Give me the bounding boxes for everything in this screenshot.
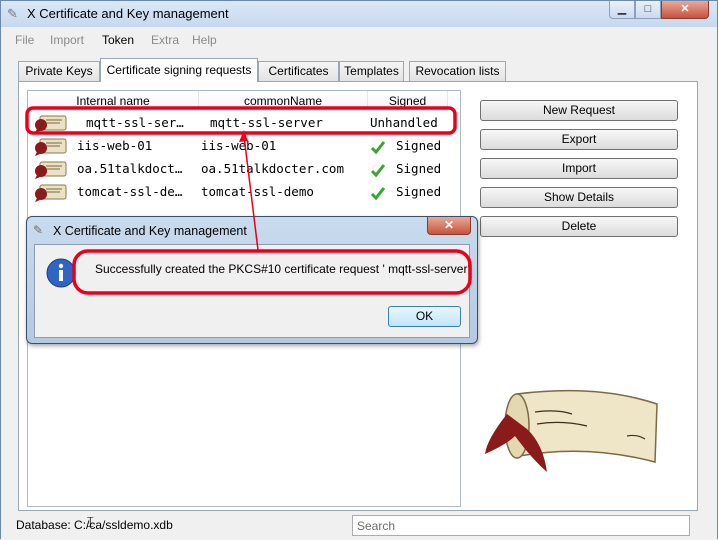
app-icon: ✎ [7,6,18,21]
menu-file[interactable]: File [15,33,34,47]
menu-help[interactable]: Help [192,33,217,47]
ok-button[interactable]: OK [388,306,461,327]
show-details-button[interactable]: Show Details [480,187,678,208]
column-signed[interactable]: Signed [368,91,448,111]
cell-internal-name: oa.51talkdoct… [77,161,183,176]
dialog-title: X Certificate and Key management [53,224,247,238]
cell-signed: Signed [396,184,442,199]
cell-signed: Signed [396,161,442,176]
column-common-name[interactable]: commonName [199,91,368,111]
title-bar: ✎ X Certificate and Key management ▁ □ ✕ [1,1,717,27]
tab-templates[interactable]: Templates [339,61,404,81]
cell-common-name: iis-web-01 [201,138,277,153]
new-request-button[interactable]: New Request [480,100,678,121]
menu-import[interactable]: Import [50,33,84,47]
text-cursor-icon: 𝙸 [85,514,96,531]
cell-internal-name: mqtt-ssl-ser… [86,115,184,130]
menu-bar: File Import Token Extra Help [1,29,717,51]
cell-internal-name: iis-web-01 [77,138,153,153]
dialog-body: Successfully created the PKCS#10 certifi… [34,244,470,338]
scroll-logo-icon [485,389,658,472]
tab-certificate-signing-requests[interactable]: Certificate signing requests [100,58,258,82]
export-button[interactable]: Export [480,129,678,150]
maximize-button[interactable]: □ [635,1,661,19]
close-button[interactable]: ✕ [661,1,709,19]
table-row[interactable]: iis-web-01 iis-web-01 Signed [28,135,448,158]
search-box[interactable] [352,515,690,536]
status-bar: Database: C:/ca/ssldemo.xdb [1,513,717,540]
cell-internal-name: tomcat-ssl-de… [77,184,183,199]
tab-certificates[interactable]: Certificates [258,61,339,81]
table-row[interactable]: tomcat-ssl-de… tomcat-ssl-demo Signed [28,181,448,204]
certificate-request-icon [35,115,67,133]
cell-common-name: tomcat-ssl-demo [201,184,314,199]
tab-private-keys[interactable]: Private Keys [18,61,100,81]
menu-extra[interactable]: Extra [151,33,179,47]
window-title: X Certificate and Key management [27,6,229,21]
dialog-close-button[interactable]: ✕ [427,217,471,235]
checkmark-icon [370,141,386,155]
checkmark-icon [370,187,386,201]
table-row[interactable]: mqtt-ssl-ser… mqtt-ssl-server Unhandled [28,112,448,135]
search-input[interactable] [353,516,689,535]
column-internal-name[interactable]: Internal name [28,91,199,111]
table-row[interactable]: oa.51talkdoct… oa.51talkdocter.com Signe… [28,158,448,181]
tab-revocation-lists[interactable]: Revocation lists [409,61,506,81]
checkmark-icon [370,164,386,178]
cell-signed: Unhandled [370,115,438,130]
delete-button[interactable]: Delete [480,216,678,237]
certificate-request-icon [35,184,67,202]
cell-signed: Signed [396,138,442,153]
certificate-request-icon [35,138,67,156]
certificate-request-icon [35,161,67,179]
info-icon [46,258,76,288]
import-button[interactable]: Import [480,158,678,179]
dialog-message: Successfully created the PKCS#10 certifi… [95,262,470,276]
cell-common-name: oa.51talkdocter.com [201,161,344,176]
menu-token[interactable]: Token [102,33,134,47]
cell-common-name: mqtt-ssl-server [210,115,323,130]
message-dialog: ✎ X Certificate and Key management ✕ Suc… [26,216,478,344]
minimize-button[interactable]: ▁ [609,1,635,19]
app-icon: ✎ [33,223,44,237]
